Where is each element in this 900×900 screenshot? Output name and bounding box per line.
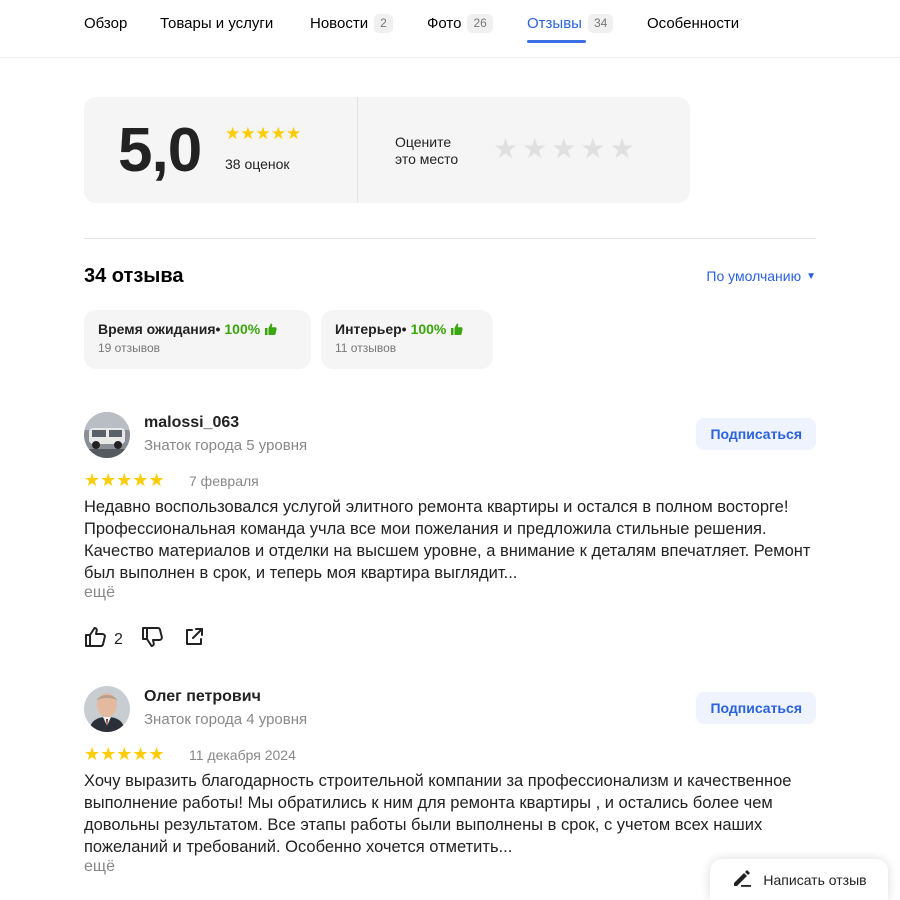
aspect-name: Интерьер [335,321,402,337]
thumbs-up-icon [450,323,464,335]
tab-label: Фото [427,14,462,32]
read-more-link[interactable]: ещё [84,584,115,602]
tab-features[interactable]: Особенности [647,12,739,34]
review-stars: ★★★★★ [84,744,165,764]
tab-overview[interactable]: Обзор [84,12,127,34]
rate-prompt-line: это место [395,151,459,167]
rating-count: 38 оценок [225,156,290,172]
separator [84,238,816,239]
write-review-label: Написать отзыв [763,871,867,888]
tab-label: Отзывы [527,14,582,32]
pencil-icon [731,869,753,890]
aspect-percent: 100% [410,321,447,337]
caret-down-icon: ▼ [806,270,816,282]
aspect-reviews-count: 11 отзывов [335,341,397,355]
review-author[interactable]: Олег петрович [144,688,261,706]
like-count: 2 [114,630,123,648]
tab-photos[interactable]: Фото 26 [427,12,493,34]
tab-count: 34 [587,13,614,33]
rate-star-4[interactable]: ★ [580,135,605,163]
tab-label: Товары и услуги [160,14,274,32]
tab-bar: Обзор Товары и услуги Новости 2 Фото 26 … [0,0,900,58]
rate-stars: ★ ★ ★ ★ ★ [493,135,635,163]
share-icon [183,626,205,653]
thumbs-up-icon [264,323,277,335]
aspect-chip-interior[interactable]: Интерьер • 100% 11 отзывов [321,310,493,369]
read-more-link[interactable]: ещё [84,858,115,876]
review-author[interactable]: malossi_063 [144,414,239,432]
review-actions: 2 [84,626,205,653]
avatar[interactable] [84,686,130,732]
subscribe-button[interactable]: Подписаться [696,692,816,724]
tab-label: Обзор [84,14,128,32]
review-card: malossi_063 Знаток города 5 уровня Подпи… [84,412,816,662]
review-text: Хочу выразить благодарность строительной… [84,772,792,856]
aspect-name: Время ожидания [98,321,216,337]
rating-stars: ★★★★★ [225,124,302,143]
rate-star-5[interactable]: ★ [609,135,634,163]
avatar[interactable] [84,412,130,458]
rate-star-2[interactable]: ★ [522,135,547,163]
aspect-chip-waiting-time[interactable]: Время ожидания • 100% 19 отзывов [84,310,311,369]
rating-card: 5,0 ★★★★★ 38 оценок Оцените это место ★ … [84,97,690,203]
review-date: 11 декабря 2024 [189,747,296,763]
review-author-level: Знаток города 4 уровня [144,711,308,728]
tab-label: Новости [310,14,369,32]
review-stars: ★★★★★ [84,470,165,490]
tab-count: 26 [467,13,493,33]
thumbs-up-icon [84,626,108,653]
rate-star-1[interactable]: ★ [493,135,518,163]
aspect-reviews-count: 19 отзывов [98,341,161,355]
rate-star-3[interactable]: ★ [551,135,576,163]
rate-prompt: Оцените это место [395,134,485,168]
reviews-count-title: 34 отзыва [84,265,184,287]
rate-prompt-line: Оцените [395,134,452,150]
review-date: 7 февраля [189,473,259,489]
divider [357,97,358,203]
review-author-level: Знаток города 5 уровня [144,437,308,454]
tab-products[interactable]: Товары и услуги [160,12,273,34]
subscribe-button[interactable]: Подписаться [696,418,816,450]
aspect-bullet: • [215,321,221,337]
write-review-button[interactable]: Написать отзыв [710,859,888,900]
tab-reviews[interactable]: Отзывы 34 [527,12,614,34]
tab-label: Особенности [647,14,740,32]
review-card: Олег петрович Знаток города 4 уровня Под… [84,686,816,886]
thumbs-down-icon [141,626,165,653]
dislike-button[interactable] [141,626,165,653]
tab-news[interactable]: Новости 2 [310,12,393,34]
tab-count: 2 [374,13,393,33]
sort-dropdown[interactable]: По умолчанию ▼ [706,268,816,284]
aspect-percent: 100% [224,321,261,337]
share-button[interactable] [183,626,205,653]
like-button[interactable]: 2 [84,626,123,653]
rating-value: 5,0 [118,116,202,185]
aspect-bullet: • [401,321,407,337]
sort-label: По умолчанию [706,268,802,284]
review-text: Недавно воспользовался услугой элитного … [84,498,811,582]
active-tab-indicator [527,40,586,43]
